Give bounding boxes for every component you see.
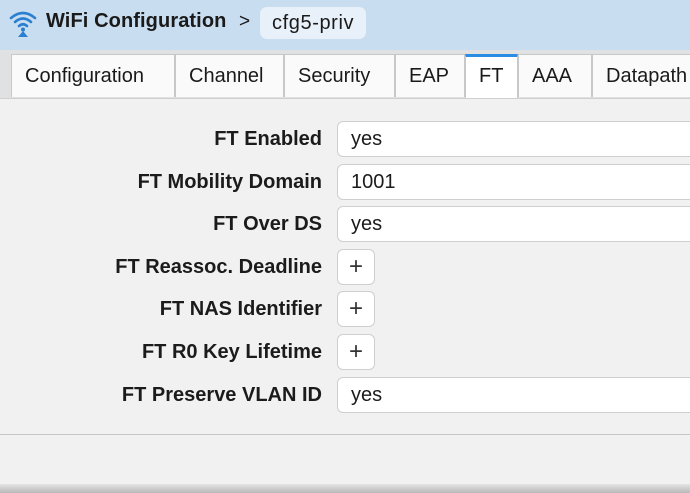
ft-r0-key-lifetime-add-button[interactable]: + — [337, 334, 375, 370]
ft-reassoc-deadline-add-button[interactable]: + — [337, 249, 375, 285]
wifi-icon — [9, 11, 37, 37]
tab-label: Channel — [189, 65, 264, 87]
ft-mobility-domain-field[interactable]: 1001 — [337, 164, 690, 200]
ft-preserve-vlan-id-label: FT Preserve VLAN ID — [121, 384, 322, 406]
tab-label: FT — [479, 65, 504, 87]
tab-datapath[interactable]: Datapath — [592, 54, 690, 97]
breadcrumb-item[interactable]: cfg5-priv — [260, 7, 367, 39]
breadcrumb-separator: > — [239, 11, 251, 32]
ft-nas-identifier-add-button[interactable]: + — [337, 291, 375, 327]
tab-bar: Configuration Channel Security EAP FT AA… — [0, 50, 690, 100]
ft-reassoc-deadline-label: FT Reassoc. Deadline — [115, 256, 322, 278]
ft-over-ds-field[interactable]: yes — [337, 206, 690, 242]
tab-configuration[interactable]: Configuration — [11, 54, 175, 97]
tab-security[interactable]: Security — [284, 54, 395, 97]
window-header: WiFi Configuration > cfg5-priv — [0, 0, 690, 50]
page-title: WiFi Configuration — [46, 10, 227, 32]
tab-label: Security — [298, 65, 371, 87]
tab-eap[interactable]: EAP — [395, 54, 465, 97]
ft-r0-key-lifetime-label: FT R0 Key Lifetime — [141, 341, 322, 363]
ft-enabled-label: FT Enabled — [214, 128, 322, 150]
tab-aaa[interactable]: AAA — [518, 54, 592, 97]
ft-preserve-vlan-id-field[interactable]: yes — [337, 377, 690, 413]
tab-ft[interactable]: FT — [465, 54, 518, 100]
window-bottom-edge — [0, 484, 690, 493]
tab-label: Configuration — [25, 65, 144, 87]
tab-channel[interactable]: Channel — [175, 54, 284, 97]
tab-label: Datapath — [606, 65, 688, 87]
ft-enabled-field[interactable]: yes — [337, 121, 690, 157]
tab-label: AAA — [532, 65, 573, 87]
tab-label: EAP — [409, 65, 450, 87]
ft-over-ds-label: FT Over DS — [213, 213, 322, 235]
ft-mobility-domain-label: FT Mobility Domain — [137, 171, 322, 193]
ft-nas-identifier-label: FT NAS Identifier — [159, 298, 322, 320]
panel-divider — [0, 434, 690, 435]
